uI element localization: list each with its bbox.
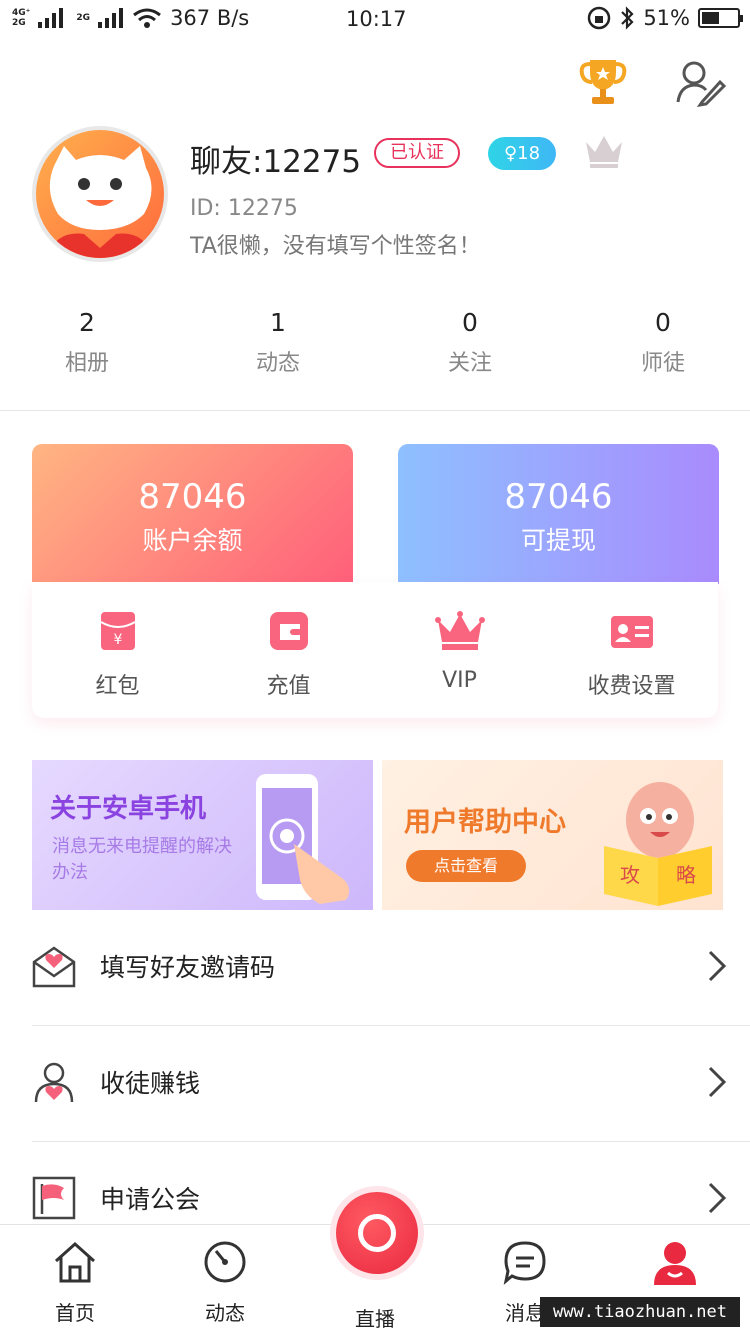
vip-crown-grey-icon[interactable]: [582, 130, 626, 170]
tab-feed[interactable]: 动态: [150, 1239, 300, 1326]
quick-red-envelope[interactable]: ¥ 红包: [32, 610, 203, 700]
withdraw-value: 87046: [504, 477, 613, 517]
network2-indicator: 2G: [76, 13, 91, 23]
status-right: 51%: [587, 6, 743, 30]
avatar-face-icon: [46, 146, 154, 258]
battery-icon: [698, 8, 743, 28]
section-divider: [0, 410, 750, 411]
quick-label: VIP: [442, 668, 477, 693]
banner-help-title: 用户帮助中心: [404, 807, 566, 838]
tab-label: 动态: [205, 1301, 245, 1325]
book-left-char: 攻: [620, 863, 640, 887]
balance-label: 账户余额: [142, 526, 243, 555]
menu-invite-code[interactable]: 填写好友邀请码: [32, 910, 750, 1026]
clock: 10:17: [346, 7, 407, 31]
dial-icon: [204, 1241, 246, 1283]
svg-text:¥: ¥: [113, 632, 122, 648]
quick-label: 红包: [95, 674, 140, 699]
rotation-lock-icon: [588, 6, 611, 30]
stat-value: 2: [79, 308, 95, 337]
tab-label: 首页: [55, 1301, 95, 1325]
quick-label: 充值: [266, 674, 311, 699]
wifi-icon: [133, 8, 161, 28]
tab-home[interactable]: 首页: [0, 1239, 150, 1326]
net-speed: 367 B/s: [170, 6, 250, 30]
quick-recharge[interactable]: 充值: [203, 610, 374, 700]
stat-label: 相册: [64, 351, 109, 376]
camera-icon: [358, 1214, 396, 1252]
id-card-icon: [610, 616, 653, 648]
withdraw-label: 可提现: [520, 526, 596, 555]
avatar[interactable]: [32, 126, 168, 262]
menu-label: 申请公会: [100, 1185, 201, 1214]
stat-label: 关注: [447, 351, 492, 376]
quick-label: 收费设置: [587, 674, 676, 699]
chevron-right-icon: [708, 1066, 727, 1098]
banner-android-subtitle: 消息无来电提醒的解决办法: [52, 836, 232, 883]
stat-mentors[interactable]: 0 师徒: [569, 308, 750, 377]
signature: TA很懒，没有填写个性签名！: [190, 234, 481, 259]
user-heart-icon: [34, 1062, 74, 1103]
guide-mascot-icon: 攻 略: [604, 782, 712, 906]
bluetooth-icon: [621, 6, 634, 30]
balance-value: 87046: [138, 477, 247, 517]
menu-label: 收徒赚钱: [100, 1069, 201, 1098]
stat-label: 师徒: [640, 351, 685, 376]
flag-icon: [32, 1176, 76, 1220]
status-left: 4G⁺ 2G 2G 367 B/s: [12, 6, 249, 30]
menu-label: 填写好友邀请码: [100, 953, 276, 982]
stat-following[interactable]: 0 关注: [376, 308, 564, 377]
live-button[interactable]: [336, 1192, 418, 1274]
banner-help-button[interactable]: 点击查看: [406, 850, 526, 882]
signal2-icon: [98, 8, 124, 28]
verified-badge: 已认证: [374, 138, 460, 168]
red-envelope-icon: ¥: [99, 612, 136, 650]
stat-posts[interactable]: 1 动态: [184, 308, 372, 377]
tab-label: 直播: [355, 1307, 395, 1331]
stat-value: 0: [655, 308, 671, 337]
quick-actions: ¥ 红包 充值 VIP 收费设置: [32, 582, 718, 718]
phone-tap-icon: [256, 774, 350, 904]
quick-vip[interactable]: VIP: [374, 610, 545, 693]
quick-fee-settings[interactable]: 收费设置: [546, 610, 717, 700]
battery-percent: 51%: [643, 6, 690, 30]
profile-name: 聊友:12275: [190, 144, 362, 180]
stat-label: 动态: [255, 351, 300, 376]
invite-envelope-icon: [32, 946, 76, 988]
edit-profile-icon[interactable]: [674, 58, 726, 108]
network-indicator: 4G⁺ 2G: [12, 8, 31, 28]
battery-level: [702, 12, 720, 24]
chevron-right-icon: [708, 950, 727, 982]
signal-icon: [38, 8, 64, 28]
book-right-char: 略: [676, 863, 696, 887]
banner-android-title: 关于安卓手机: [50, 794, 207, 824]
tab-live[interactable]: 直播: [300, 1295, 450, 1332]
stat-value: 0: [462, 308, 478, 337]
status-bar: 4G⁺ 2G 2G 367 B/s 10:17 51%: [0, 0, 750, 40]
menu-recruit-earn[interactable]: 收徒赚钱: [32, 1026, 750, 1142]
home-icon: [54, 1241, 96, 1283]
wallet-icon: [269, 612, 308, 650]
crown-icon: [434, 611, 485, 650]
watermark: www.tiaozhuan.net: [540, 1297, 740, 1327]
trophy-icon[interactable]: [578, 56, 628, 108]
chat-icon: [503, 1241, 546, 1285]
user-id: ID: 12275: [190, 196, 298, 221]
withdraw-card[interactable]: 87046 可提现: [398, 444, 719, 584]
gender-age-badge: ♀18: [488, 137, 556, 170]
chevron-right-icon: [708, 1182, 727, 1214]
stat-albums[interactable]: 2 相册: [0, 308, 181, 377]
stat-value: 1: [270, 308, 286, 337]
me-icon: [654, 1242, 696, 1285]
balance-card[interactable]: 87046 账户余额: [32, 444, 353, 584]
banner-help-center[interactable]: 用户帮助中心 点击查看 攻 略: [382, 760, 723, 910]
banner-android[interactable]: 关于安卓手机 消息无来电提醒的解决办法: [32, 760, 373, 910]
